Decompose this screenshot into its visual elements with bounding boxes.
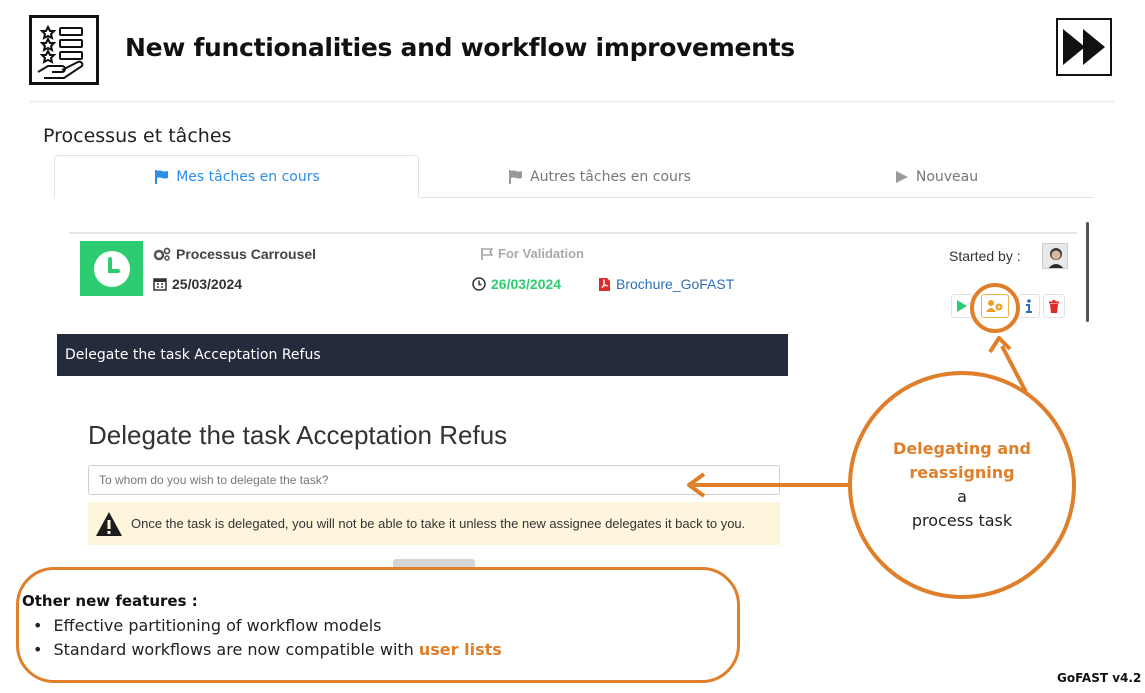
highlight-circle	[970, 283, 1020, 333]
list-item: Effective partitioning of workflow model…	[33, 614, 502, 638]
version-label: GoFAST v4.2	[1057, 671, 1142, 685]
features-title: Other new features :	[22, 592, 198, 610]
callout-highlight: Delegating and reassigning	[893, 439, 1031, 482]
feature-text: Standard workflows are now compatible wi…	[53, 640, 414, 659]
other-features-box: Effective partitioning of workflow model…	[16, 567, 740, 683]
callout-line-b: process task	[911, 511, 1013, 530]
features-list: Effective partitioning of workflow model…	[33, 614, 502, 662]
feature-highlight: user lists	[418, 640, 502, 659]
list-item: Standard workflows are now compatible wi…	[33, 638, 502, 662]
feature-text: Effective partitioning of workflow model…	[53, 616, 382, 635]
callout-bubble: Delegating and reassigning a process tas…	[848, 371, 1076, 599]
callout-line-a: a	[957, 487, 967, 506]
